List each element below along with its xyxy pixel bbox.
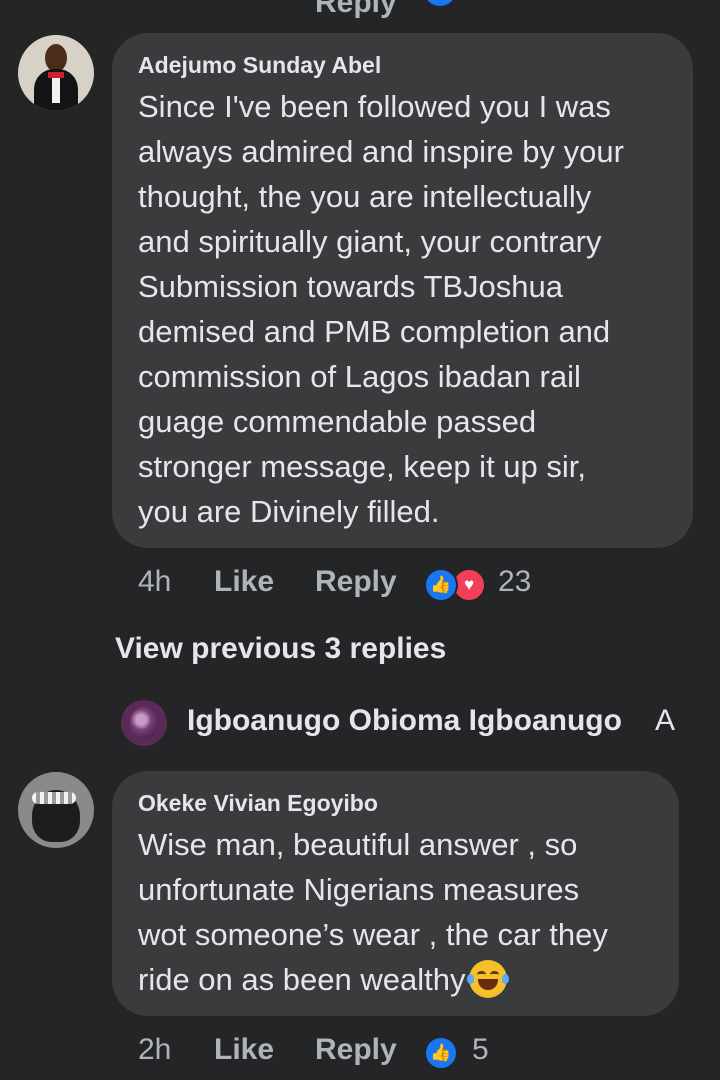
reply-button[interactable]: Reply xyxy=(315,1033,397,1067)
comment-timestamp[interactable]: 4h xyxy=(138,565,171,599)
comment-text-content: Wise man, beautiful answer , so unfortun… xyxy=(138,827,608,997)
reply-avatar[interactable] xyxy=(121,700,167,746)
like-button[interactable]: Like xyxy=(214,1033,274,1067)
comment-text: Wise man, beautiful answer , so unfortun… xyxy=(138,822,668,1002)
like-button[interactable]: Like xyxy=(214,565,274,599)
avatar-hair-accessory xyxy=(32,792,76,804)
reply-button[interactable]: Reply xyxy=(315,565,397,599)
like-icon[interactable]: 👍 xyxy=(424,568,458,602)
reply-author[interactable]: Igboanugo Obioma Igboanugo xyxy=(187,704,622,738)
reply-avatar-image xyxy=(130,707,158,739)
avatar[interactable] xyxy=(18,35,94,111)
comment-text: Since I've been followed you I was alway… xyxy=(138,89,624,529)
like-icon[interactable]: 👍 xyxy=(424,1036,458,1070)
comment-timestamp[interactable]: 2h xyxy=(138,1033,171,1067)
reply-text-preview: A xyxy=(655,704,676,737)
like-reaction-icon xyxy=(424,0,456,6)
avatar-face xyxy=(45,44,67,72)
view-previous-replies-link[interactable]: View previous 3 replies xyxy=(115,632,446,666)
previous-reply-button[interactable]: Reply xyxy=(315,0,397,20)
laughing-tears-emoji-icon xyxy=(467,960,510,998)
avatar[interactable] xyxy=(18,772,94,848)
reaction-count[interactable]: 23 xyxy=(498,565,531,599)
comment-author[interactable]: Okeke Vivian Egoyibo xyxy=(138,790,378,817)
reaction-count[interactable]: 5 xyxy=(472,1033,489,1067)
comment-author[interactable]: Adejumo Sunday Abel xyxy=(138,52,381,79)
avatar-bowtie xyxy=(48,72,64,78)
